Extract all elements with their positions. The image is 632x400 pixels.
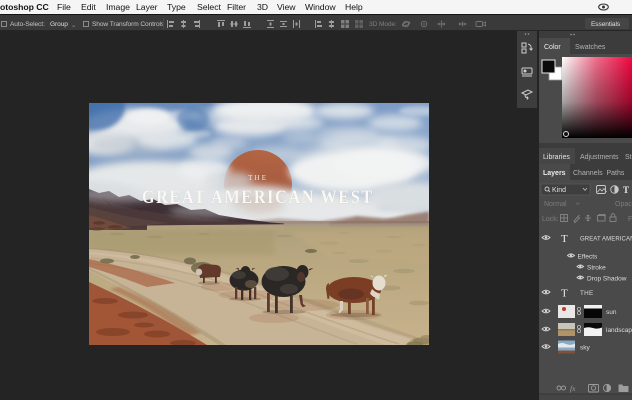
svg-text:F: F: [628, 216, 632, 223]
svg-text:fx: fx: [570, 384, 576, 393]
svg-text:St: St: [625, 154, 632, 161]
svg-text:T: T: [561, 288, 568, 300]
svg-text:Opacit: Opacit: [615, 201, 632, 208]
svg-text:Drop Shadow: Drop Shadow: [587, 276, 627, 283]
svg-text:T: T: [623, 185, 629, 195]
svg-text:Libraries: Libraries: [543, 154, 570, 161]
svg-text:Paths: Paths: [607, 170, 625, 177]
svg-text:Normal: Normal: [544, 201, 567, 208]
svg-text:Kind: Kind: [552, 187, 566, 194]
svg-text:Lock:: Lock:: [542, 216, 559, 223]
svg-text:Layers: Layers: [543, 170, 566, 177]
svg-text:sky: sky: [580, 345, 591, 352]
svg-text:Stroke: Stroke: [587, 265, 606, 272]
svg-text:Effects: Effects: [578, 254, 599, 261]
svg-text:Color: Color: [544, 44, 561, 51]
svg-text:THE: THE: [580, 290, 594, 297]
svg-text:landscape: landscape: [606, 327, 632, 334]
svg-text:Channels: Channels: [573, 170, 603, 177]
svg-text:Swatches: Swatches: [575, 44, 606, 51]
svg-text:Adjustments: Adjustments: [580, 154, 619, 161]
svg-text:GREAT AMERICAN: GREAT AMERICAN: [580, 237, 632, 243]
svg-text:sun: sun: [606, 309, 617, 316]
svg-text:T: T: [561, 233, 568, 245]
